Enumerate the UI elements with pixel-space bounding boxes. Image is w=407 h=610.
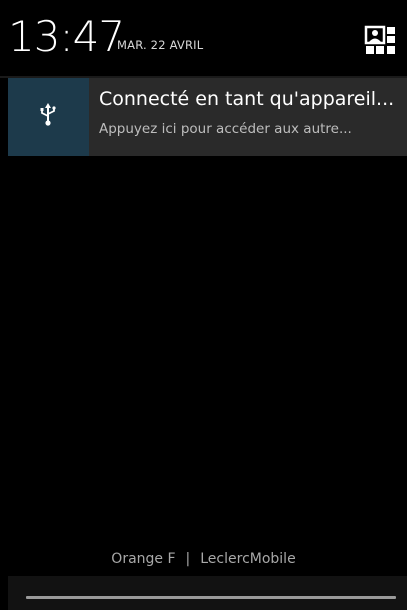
- carrier-left: Orange F: [111, 551, 176, 567]
- shade-drag-area[interactable]: [8, 576, 407, 610]
- clock: 13:47: [8, 12, 125, 61]
- usb-icon: [40, 103, 56, 126]
- drag-handle[interactable]: [26, 596, 396, 599]
- carrier-label: Orange F | LeclercMobile: [0, 552, 407, 566]
- notification-title: Connecté en tant qu'appareil...: [99, 88, 395, 110]
- usb-notification[interactable]: Connecté en tant qu'appareil... Appuyez …: [8, 78, 407, 156]
- carrier-right: LeclercMobile: [200, 551, 296, 567]
- quick-settings-icon: [364, 25, 395, 54]
- notification-text: Appuyez ici pour accéder aux autre...: [99, 121, 352, 137]
- notification-icon-area: [8, 78, 89, 156]
- notification-shade-header: 13:47 MAR. 22 AVRIL: [0, 0, 407, 76]
- quick-settings-button[interactable]: [362, 24, 398, 60]
- carrier-separator: |: [185, 551, 191, 567]
- date: MAR. 22 AVRIL: [117, 38, 204, 52]
